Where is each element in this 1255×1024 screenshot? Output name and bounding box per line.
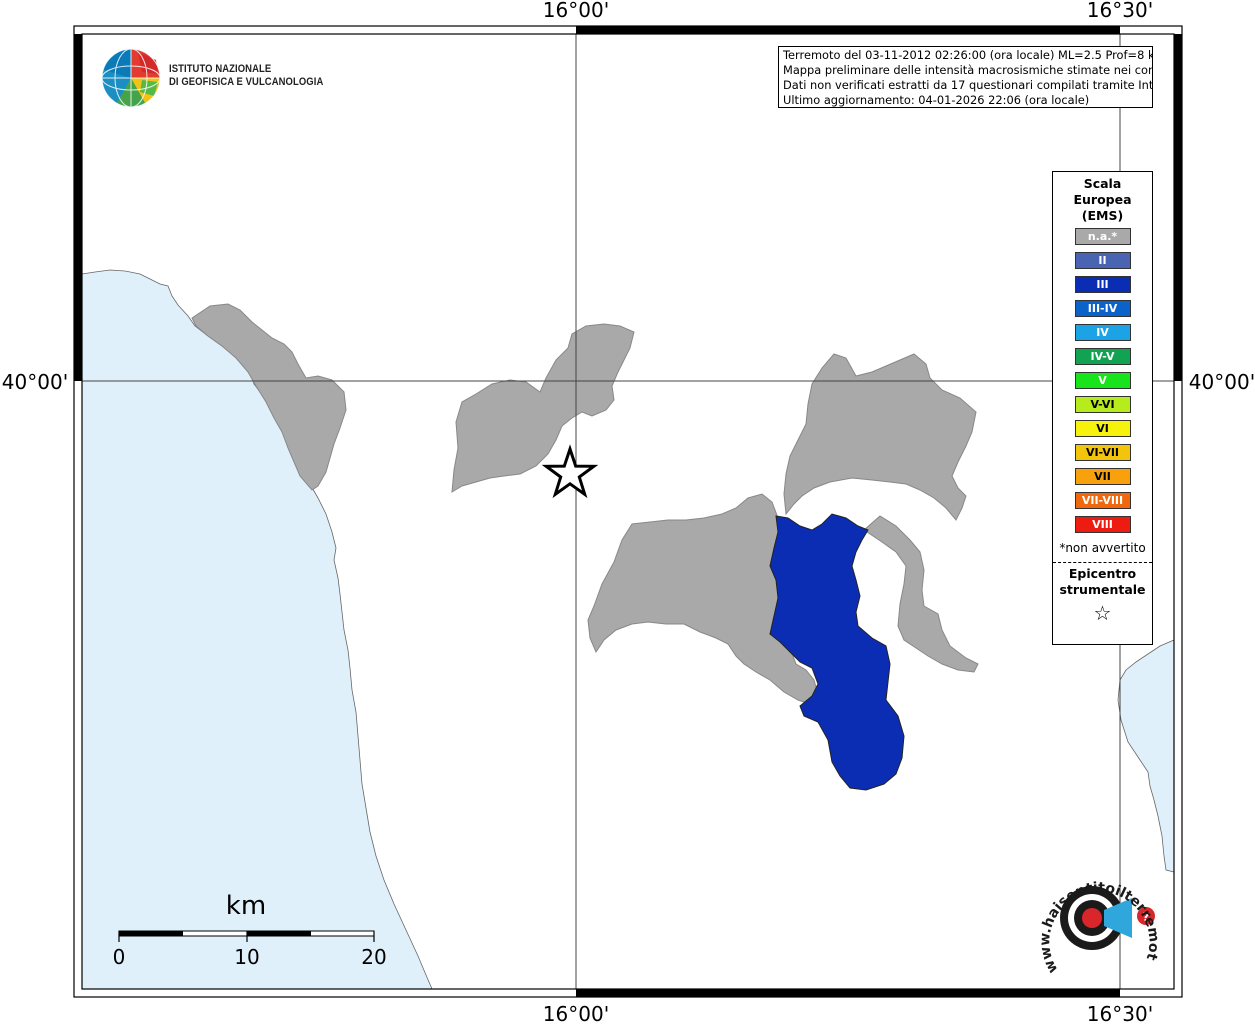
scale-tick-20: 20 (361, 945, 386, 969)
legend-swatch-iii-iv: III-IV (1074, 300, 1131, 317)
lon-label-bottom-16-30: 16°30' (1087, 1002, 1153, 1024)
info-line-2: Mappa preliminare delle intensità macros… (783, 63, 1153, 77)
lon-label-top-16-00: 16°00' (543, 0, 609, 22)
legend-star-icon: ☆ (1093, 601, 1112, 625)
legend-title-line3: (EMS) (1081, 208, 1124, 223)
legend-note: *non avvertito (1059, 541, 1146, 555)
legend-items: n.a.* II III III-IV IV IV-V V V-VI VI VI-VII VII VI… (1053, 228, 1152, 533)
scale-tick-10: 10 (234, 945, 259, 969)
legend-swatch-v: V (1074, 372, 1131, 389)
legend-epicenter-line2: strumentale (1059, 582, 1146, 597)
legend-swatch-vii: VII (1074, 468, 1131, 485)
legend-swatch-vi: VI (1074, 420, 1131, 437)
info-line-4: Ultimo aggiornamento: 04-01-2026 22:06 (… (783, 93, 1090, 107)
ingv-logo-line1: ISTITUTO NAZIONALE (169, 63, 272, 75)
legend-swatch-vi-vii: VI-VII (1074, 444, 1131, 461)
ems-legend: Scala Europea (EMS) n.a.* II III III-IV IV IV… (1052, 171, 1153, 645)
scale-unit: km (226, 891, 266, 921)
legend-swatch-iv: IV (1074, 324, 1131, 341)
legend-epicenter-label: Epicentro strumentale (1053, 566, 1152, 598)
ingv-logo-line2: DI GEOFISICA E VULCANOLOGIA (169, 76, 324, 88)
legend-title: Scala Europea (EMS) (1053, 176, 1152, 224)
legend-title-line1: Scala (1083, 176, 1122, 191)
info-line-1: Terremoto del 03-11-2012 02:26:00 (ora l… (783, 48, 1153, 62)
earthquake-info-box: Terremoto del 03-11-2012 02:26:00 (ora l… (778, 46, 1153, 108)
legend-swatch-v-vi: V-VI (1074, 396, 1131, 413)
ingv-globe-logo (101, 48, 161, 108)
legend-epicenter-line1: Epicentro (1068, 566, 1137, 581)
lat-label-right-40-00: 40°00' (1189, 370, 1255, 394)
lat-label-left-40-00: 40°00' (2, 370, 68, 394)
legend-swatch-iv-v: IV-V (1074, 348, 1131, 365)
lon-label-top-16-30: 16°30' (1087, 0, 1153, 22)
ingv-logo-text: ISTITUTO NAZIONALE DI GEOFISICA E VULCAN… (169, 63, 323, 89)
lon-label-bottom-16-00: 16°00' (543, 1002, 609, 1024)
legend-title-line2: Europea (1073, 192, 1132, 207)
legend-swatch-n-a: n.a.* (1074, 228, 1131, 245)
legend-swatch-iii: III (1074, 276, 1131, 293)
info-line-3: Dati non verificati estratti da 17 quest… (783, 78, 1153, 92)
legend-swatch-viii: VIII (1074, 516, 1131, 533)
legend-swatch-ii: II (1074, 252, 1131, 269)
legend-swatch-vii-viii: VII-VIII (1074, 492, 1131, 509)
scale-tick-0: 0 (113, 945, 126, 969)
legend-separator (1053, 562, 1152, 563)
